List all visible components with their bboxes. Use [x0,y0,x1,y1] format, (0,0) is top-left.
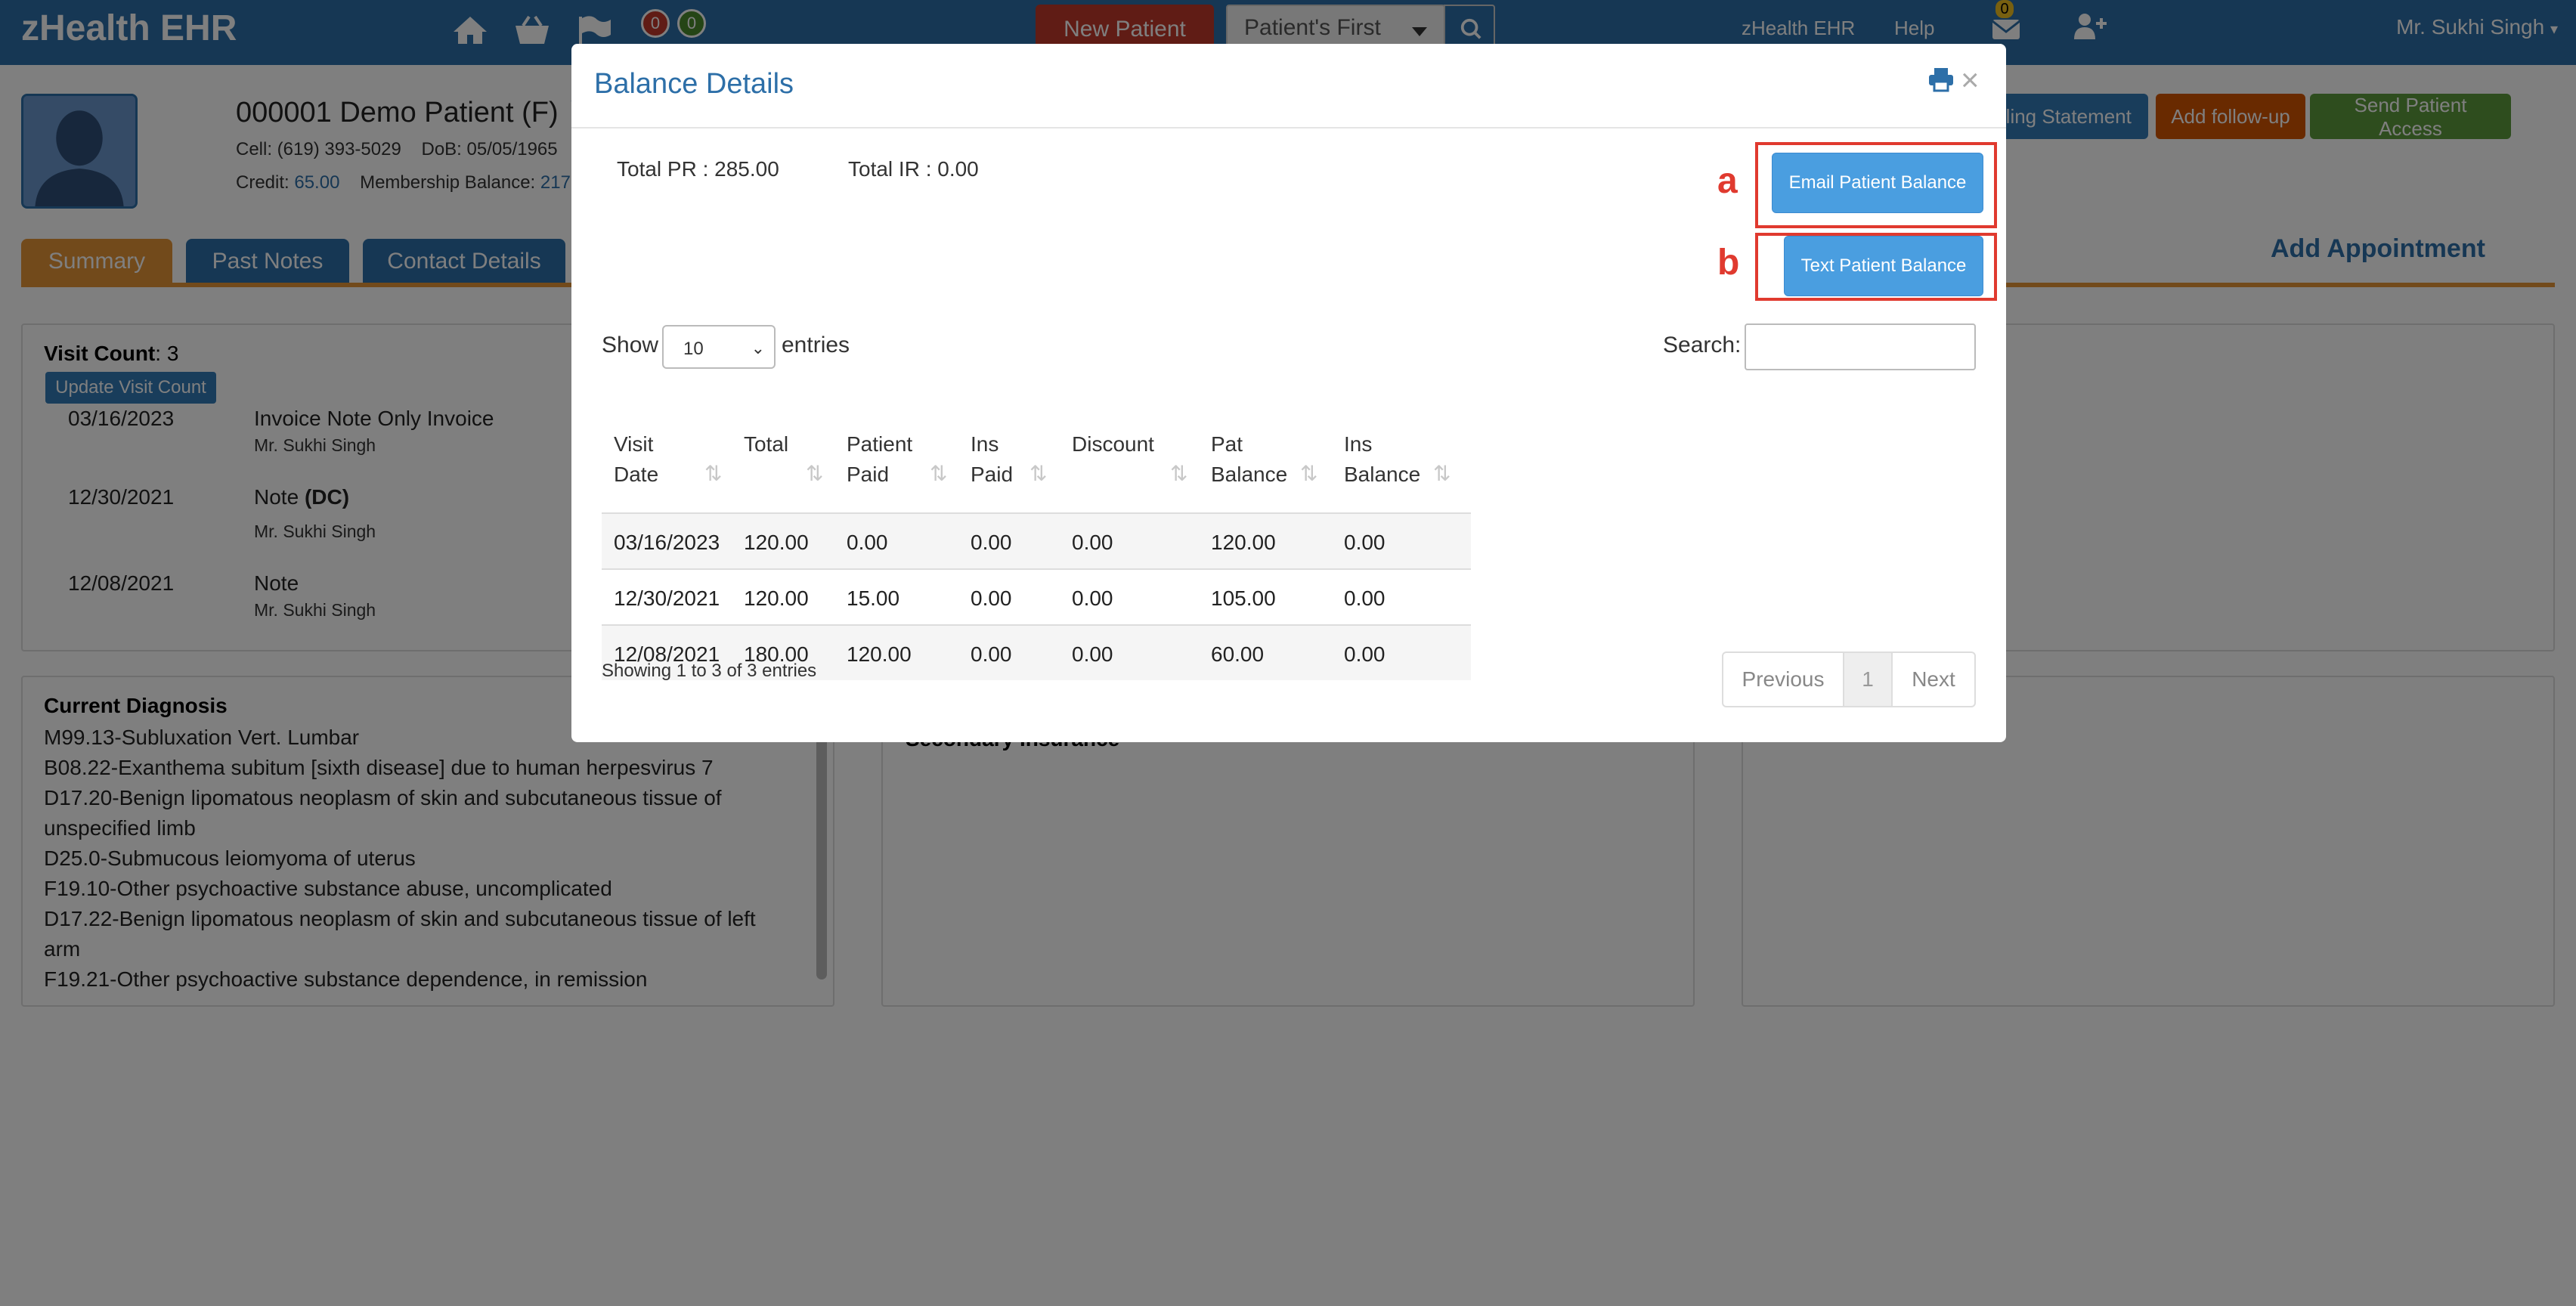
column-header-line: Paid [847,463,890,486]
balance-details-modal: Balance Details × Total PR : 285.00 Tota… [571,44,2006,742]
text-patient-balance-button[interactable]: Text Patient Balance [1784,236,1983,296]
column-header-ins-paid[interactable]: Ins Paid [971,429,1013,490]
cell-ins-balance: 0.00 [1344,642,1386,666]
cell-ins-paid: 0.00 [971,642,1012,666]
column-header-pat-balance[interactable]: Pat Balance [1211,429,1287,490]
column-header-line: Patient [847,432,913,456]
pagination-previous[interactable]: Previous [1722,651,1844,707]
cell-discount: 0.00 [1072,586,1113,610]
cell-pat-balance: 60.00 [1211,642,1265,666]
cell-pat-balance: 105.00 [1211,586,1276,610]
cell-ins-balance: 0.00 [1344,531,1386,554]
column-header-line: Date [614,463,659,486]
entries-label: entries [782,333,850,357]
sort-icon[interactable]: ⇅ [1433,461,1451,486]
search-label: Search: [1663,333,1742,357]
column-header-line: Balance [1344,463,1421,486]
column-header-line: Total [744,432,789,456]
modal-title: Balance Details [594,68,794,100]
annotation-label-b: b [1717,243,1740,283]
cell-discount: 0.00 [1072,531,1113,554]
cell-ins-balance: 0.00 [1344,586,1386,610]
cell-ins-paid: 0.00 [971,586,1012,610]
column-header-line: Discount [1072,432,1154,456]
sort-icon[interactable]: ⇅ [806,461,823,486]
column-header-line: Balance [1211,463,1288,486]
table-info: Showing 1 to 3 of 3 entries [602,661,817,681]
column-header-line: Visit [614,432,654,456]
column-header-patient-paid[interactable]: Patient Paid [847,429,912,490]
page: zHealth EHR 0 0 New Patient Patient's Fi… [0,0,2576,1306]
column-header-line: Pat [1211,432,1243,456]
cell-patient-paid: 120.00 [847,642,912,666]
sort-icon[interactable]: ⇅ [1029,461,1047,486]
sort-icon[interactable]: ⇅ [704,461,722,486]
chevron-down-icon: ⌄ [751,339,765,357]
modal-divider [571,127,2006,128]
email-patient-balance-button[interactable]: Email Patient Balance [1772,153,1983,213]
table-row: 12/30/2021 120.00 15.00 0.00 0.00 105.00… [602,568,1471,624]
column-header-line: Ins [971,432,999,456]
table-row: 03/16/2023 120.00 0.00 0.00 0.00 120.00 … [602,512,1471,568]
sort-icon[interactable]: ⇅ [930,461,947,486]
cell-total: 120.00 [744,586,809,610]
total-ir: Total IR : 0.00 [848,157,979,181]
cell-visit-date: 12/30/2021 [614,586,720,610]
entries-select-value: 10 [683,339,704,359]
close-icon[interactable]: × [1961,62,1980,98]
cell-patient-paid: 0.00 [847,531,888,554]
pagination-page-1[interactable]: 1 [1843,651,1893,707]
column-header-visit-date[interactable]: Visit Date [614,429,658,490]
cell-discount: 0.00 [1072,642,1113,666]
column-header-line: Ins [1344,432,1373,456]
total-pr: Total PR : 285.00 [617,157,779,181]
column-header-discount[interactable]: Discount [1072,429,1154,460]
sort-icon[interactable]: ⇅ [1170,461,1187,486]
pagination-next[interactable]: Next [1891,651,1976,707]
sort-icon[interactable]: ⇅ [1300,461,1317,486]
table-search-input[interactable] [1745,323,1976,370]
print-icon[interactable] [1927,67,1955,92]
column-header-line: Paid [971,463,1014,486]
entries-per-page-select[interactable]: 10 ⌄ [662,325,776,369]
show-label: Show [602,333,659,357]
cell-total: 120.00 [744,531,809,554]
cell-ins-paid: 0.00 [971,531,1012,554]
cell-patient-paid: 15.00 [847,586,900,610]
cell-pat-balance: 120.00 [1211,531,1276,554]
annotation-label-a: a [1717,161,1738,201]
column-header-total[interactable]: Total [744,429,788,460]
column-header-ins-balance[interactable]: Ins Balance [1344,429,1420,490]
cell-visit-date: 03/16/2023 [614,531,720,554]
